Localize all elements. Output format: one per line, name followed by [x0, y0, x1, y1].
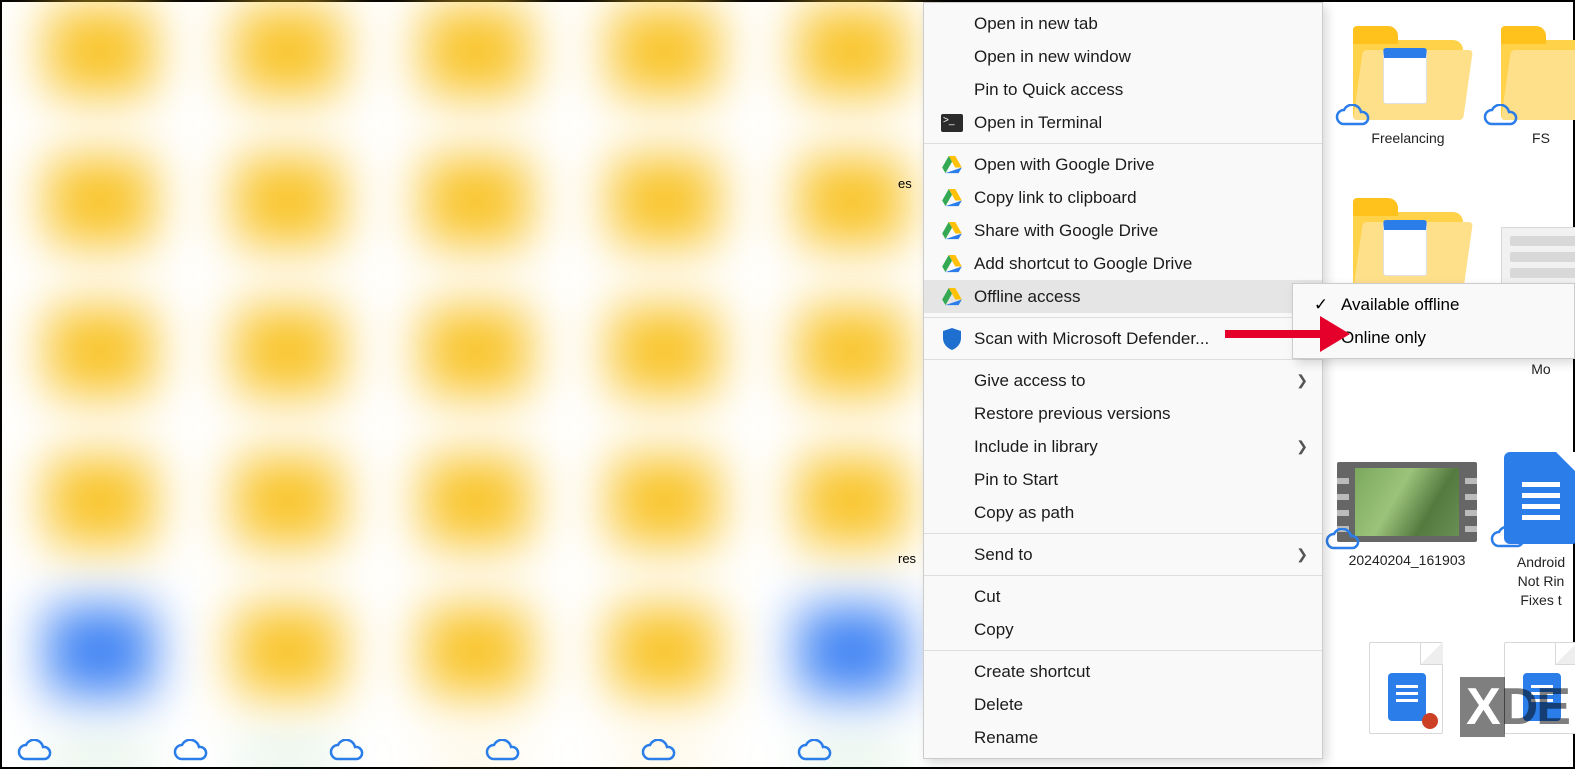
item-label: FS [1501, 129, 1575, 148]
google-drive-icon [942, 288, 962, 306]
menu-rename[interactable]: Rename [924, 721, 1322, 754]
google-drive-icon [942, 156, 962, 174]
cloud-icon [485, 739, 521, 763]
menu-create-shortcut[interactable]: Create shortcut [924, 655, 1322, 688]
chevron-right-icon: ❯ [1296, 546, 1308, 563]
menu-give-access[interactable]: Give access to ❯ [924, 364, 1322, 397]
cloud-badge-strip [17, 739, 833, 763]
file-android-doc[interactable]: Android Not Rin Fixes t [1501, 452, 1575, 610]
context-menu: Open in new tab Open in new window Pin t… [923, 2, 1323, 759]
menu-copy[interactable]: Copy [924, 613, 1322, 646]
menu-include-library[interactable]: Include in library ❯ [924, 430, 1322, 463]
menu-copy-as-path[interactable]: Copy as path [924, 496, 1322, 529]
cloud-icon [1335, 104, 1371, 128]
menu-open-gdrive[interactable]: Open with Google Drive [924, 148, 1322, 181]
menu-separator [924, 650, 1322, 651]
cloud-icon [17, 739, 53, 763]
cloud-icon [1490, 526, 1526, 550]
chevron-right-icon: ❯ [1296, 438, 1308, 455]
item-label: Freelancing [1333, 129, 1483, 148]
shield-icon [943, 328, 961, 350]
google-drive-icon [942, 255, 962, 273]
folder-fst[interactable]: FS [1501, 40, 1575, 148]
cloud-icon [797, 739, 833, 763]
cloud-icon [1483, 104, 1519, 128]
item-label: Android Not Rin Fixes t [1501, 553, 1575, 610]
file-grid-right: Freelancing FS Milestore Pristine Mo 202… [1323, 2, 1573, 767]
item-label: 20240204_161903 [1327, 551, 1487, 570]
cloud-icon [173, 739, 209, 763]
folder-freelancing[interactable]: Freelancing [1333, 40, 1483, 148]
cloud-icon [1325, 528, 1361, 552]
menu-send-to[interactable]: Send to ❯ [924, 538, 1322, 571]
cloud-icon [641, 739, 677, 763]
menu-open-new-window[interactable]: Open in new window [924, 40, 1322, 73]
chevron-right-icon: ❯ [1296, 372, 1308, 389]
menu-open-terminal[interactable]: Open in Terminal [924, 106, 1322, 139]
google-drive-icon [942, 189, 962, 207]
menu-cut[interactable]: Cut [924, 580, 1322, 613]
menu-separator [924, 143, 1322, 144]
item-label: Mo [1501, 360, 1575, 379]
menu-pin-quick-access[interactable]: Pin to Quick access [924, 73, 1322, 106]
cloud-icon [329, 739, 365, 763]
background-peek-strip: es res [896, 6, 923, 764]
menu-delete[interactable]: Delete [924, 688, 1322, 721]
explorer-blurred-background [6, 6, 906, 761]
menu-separator [924, 575, 1322, 576]
file-video[interactable]: 20240204_161903 [1327, 462, 1487, 570]
menu-open-new-tab[interactable]: Open in new tab [924, 7, 1322, 40]
menu-add-shortcut-gdrive[interactable]: Add shortcut to Google Drive [924, 247, 1322, 280]
menu-copy-link[interactable]: Copy link to clipboard [924, 181, 1322, 214]
menu-restore-versions[interactable]: Restore previous versions [924, 397, 1322, 430]
annotation-arrow [1225, 312, 1350, 362]
file-plain-doc-1[interactable] [1341, 642, 1471, 737]
menu-pin-to-start[interactable]: Pin to Start [924, 463, 1322, 496]
menu-offline-access[interactable]: Offline access ❯ [924, 280, 1322, 313]
menu-share-gdrive[interactable]: Share with Google Drive [924, 214, 1322, 247]
document-icon [1369, 642, 1443, 734]
terminal-icon [941, 114, 963, 132]
google-drive-icon [942, 222, 962, 240]
folder-icon [1353, 212, 1463, 292]
watermark-xda: XDE [1460, 677, 1569, 737]
menu-separator [924, 533, 1322, 534]
